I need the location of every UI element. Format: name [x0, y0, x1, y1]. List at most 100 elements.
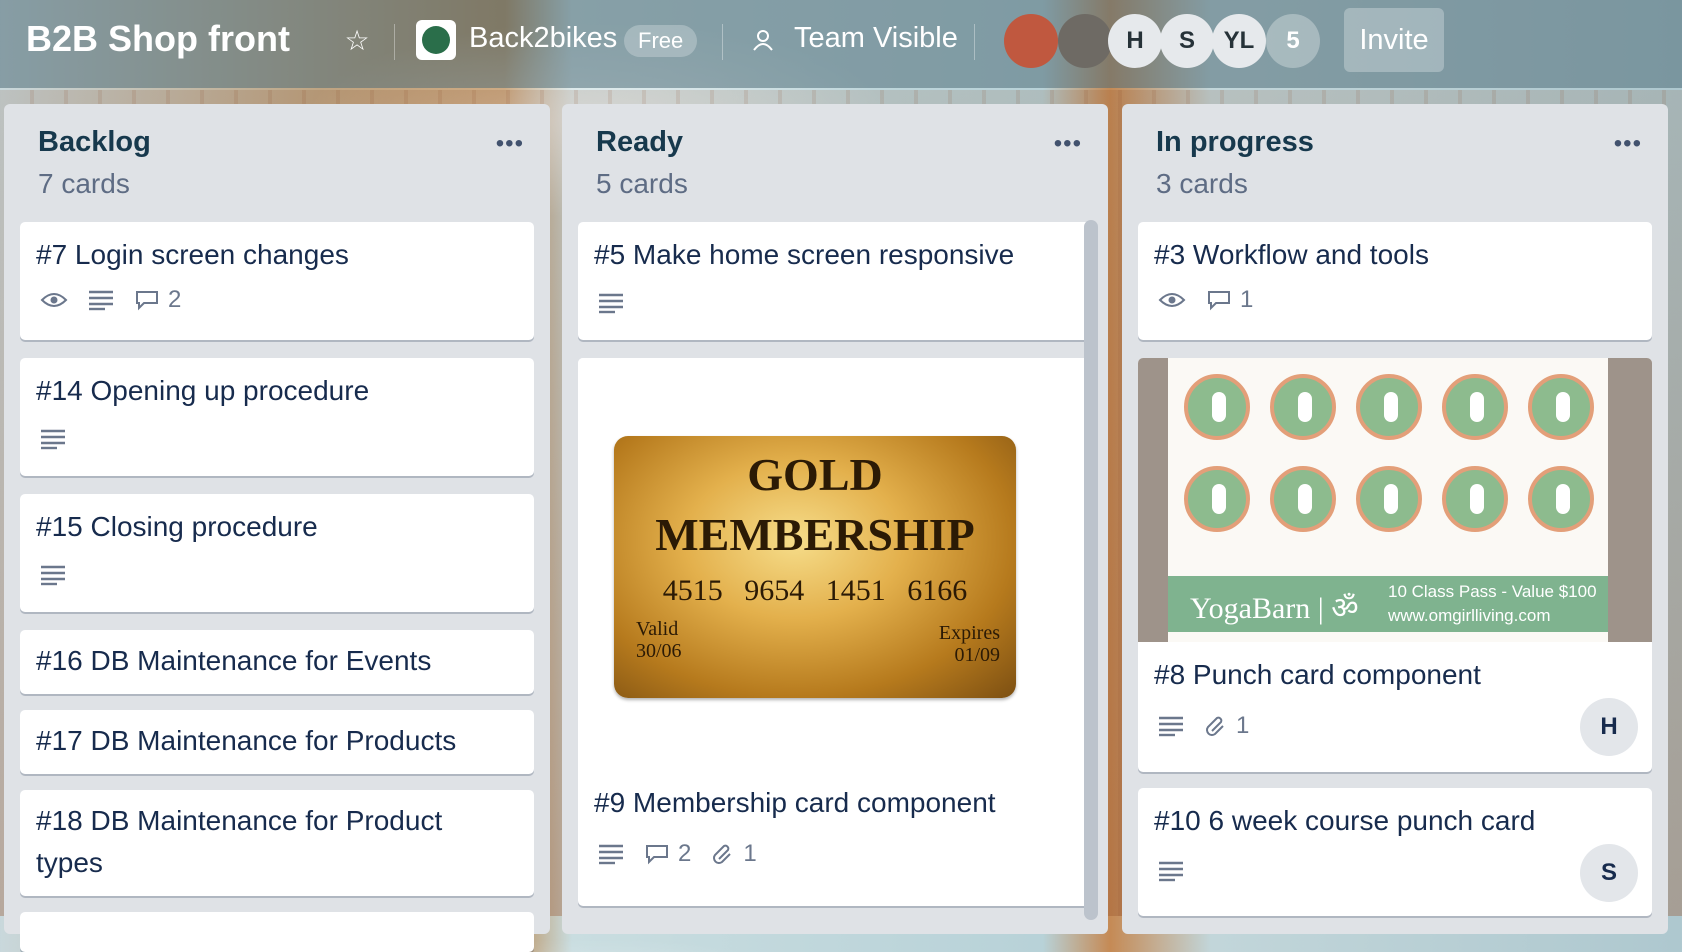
cover-card-number: 4515 9654 1451 6166 — [662, 574, 968, 607]
card[interactable]: #16 DB Maintenance for Events — [20, 630, 534, 694]
cover-text: YogaBarn | ॐ — [1190, 592, 1359, 625]
attachments-badge: 1 — [1204, 712, 1249, 740]
watch-icon — [1158, 291, 1186, 309]
member-avatar[interactable]: S — [1160, 14, 1214, 68]
plan-badge: Free — [624, 25, 698, 57]
card-title: #8 Punch card component — [1154, 659, 1481, 690]
attachment-count: 1 — [1236, 712, 1250, 739]
org-name[interactable]: Back2bikes — [469, 22, 617, 55]
header-divider — [722, 24, 723, 60]
list-menu-icon[interactable]: ••• — [496, 130, 524, 158]
card-title: #10 6 week course punch card — [1154, 805, 1536, 836]
card-member-avatar[interactable]: S — [1580, 844, 1638, 902]
yoga-pose-icon — [1270, 466, 1336, 532]
comment-icon — [136, 291, 158, 311]
card[interactable]: #14 Opening up procedure — [20, 358, 534, 476]
attachment-count: 1 — [743, 840, 757, 867]
paperclip-icon — [713, 844, 732, 864]
list-title[interactable]: In progress — [1156, 126, 1314, 159]
yoga-pose-icon — [1442, 374, 1508, 440]
member-avatar[interactable]: YL — [1212, 14, 1266, 68]
board-header: B2B Shop front ☆ Back2bikes Free Team Vi… — [0, 0, 1682, 88]
card[interactable]: #15 Closing procedure — [20, 494, 534, 612]
cover-text: www.omgirlliving.com — [1388, 606, 1551, 625]
list-title[interactable]: Ready — [596, 126, 683, 159]
yoga-pose-icon — [1528, 466, 1594, 532]
card[interactable]: YogaBarn | ॐ 10 Class Pass - Value $100 … — [1138, 358, 1652, 772]
card-title: #9 Membership card component — [594, 787, 996, 818]
header-divider — [974, 24, 975, 60]
visibility-label[interactable]: Team Visible — [794, 22, 958, 55]
list-card-count: 5 cards — [596, 168, 688, 199]
header-divider — [394, 24, 395, 60]
comments-badge: 2 — [644, 840, 691, 868]
card[interactable]: #17 DB Maintenance for Products — [20, 710, 534, 774]
yoga-pose-icon — [1356, 466, 1422, 532]
yoga-pose-icon — [1442, 466, 1508, 532]
card[interactable]: #10 6 week course punch card S — [1138, 788, 1652, 916]
yoga-pose-icon — [1270, 374, 1336, 440]
comment-icon — [646, 845, 668, 865]
description-icon — [40, 428, 66, 450]
card-title: #7 Login screen changes — [36, 239, 349, 270]
attachments-badge: 1 — [711, 840, 757, 868]
member-avatar[interactable]: H — [1108, 14, 1162, 68]
cover-text: 10 Class Pass - Value $100 www.omgirlliv… — [1388, 580, 1597, 628]
yoga-pose-icon — [1528, 374, 1594, 440]
description-icon — [40, 564, 66, 586]
cover-text: 30/06 — [636, 640, 682, 662]
cover-text: 01/09 — [954, 644, 1000, 666]
description-icon — [598, 843, 624, 865]
gold-membership-card-image: GOLD MEMBERSHIP 4515 9654 1451 6166 Vali… — [614, 436, 1016, 698]
comment-count: 2 — [678, 840, 692, 867]
card-title: #15 Closing procedure — [36, 511, 318, 542]
list-scrollbar[interactable] — [1084, 220, 1098, 920]
card-member-avatar[interactable]: H — [1580, 698, 1638, 756]
cover-text: Expires — [938, 622, 1000, 644]
description-icon — [598, 292, 624, 314]
paperclip-icon — [1206, 716, 1224, 736]
list-menu-icon[interactable]: ••• — [1614, 130, 1642, 158]
list-backlog: Backlog 7 cards ••• #7 Login screen chan… — [4, 104, 550, 952]
card-title: #16 DB Maintenance for Events — [36, 645, 432, 676]
description-icon — [88, 289, 114, 311]
invite-button[interactable]: Invite — [1344, 8, 1444, 72]
card[interactable]: #18 DB Maintenance for Product types — [20, 790, 534, 896]
list-in-progress: In progress 3 cards ••• #3 Workflow and … — [1122, 104, 1668, 934]
yoga-pose-icon — [1356, 374, 1422, 440]
card-title: #3 Workflow and tools — [1154, 239, 1429, 270]
board-title[interactable]: B2B Shop front — [26, 18, 290, 60]
comments-badge: 2 — [134, 286, 181, 314]
card-title: #14 Opening up procedure — [36, 375, 370, 406]
card-cover-image: YogaBarn | ॐ 10 Class Pass - Value $100 … — [1138, 358, 1652, 642]
cover-expires: Expires 01/09 — [939, 622, 1000, 666]
team-visibility-icon[interactable] — [748, 26, 778, 56]
card-title: #17 DB Maintenance for Products — [36, 725, 457, 756]
comment-count: 2 — [168, 286, 182, 313]
list-ready: Ready 5 cards ••• #5 Make home screen re… — [562, 104, 1108, 934]
card-title: #5 Make home screen responsive — [594, 239, 1015, 270]
cover-text: MEMBERSHIP — [655, 509, 975, 560]
member-overflow-count[interactable]: 5 — [1266, 14, 1320, 68]
list-menu-icon[interactable]: ••• — [1054, 130, 1082, 158]
card[interactable]: GOLD MEMBERSHIP 4515 9654 1451 6166 Vali… — [578, 358, 1092, 906]
cover-valid: Valid 30/06 — [636, 618, 682, 662]
description-icon — [1158, 715, 1184, 737]
comments-badge: 1 — [1206, 286, 1253, 314]
card-title: #18 DB Maintenance for Product types — [36, 805, 443, 878]
card[interactable]: #7 Login screen changes 2 — [20, 222, 534, 340]
comment-count: 1 — [1240, 286, 1254, 313]
card[interactable]: #3 Workflow and tools 1 — [1138, 222, 1652, 340]
org-logo[interactable] — [416, 20, 456, 60]
star-icon[interactable]: ☆ — [340, 24, 374, 58]
list-card-count: 3 cards — [1156, 168, 1248, 199]
card[interactable] — [20, 912, 534, 952]
list-card-count: 7 cards — [38, 168, 130, 199]
description-icon — [1158, 860, 1184, 882]
cover-text: Valid — [636, 618, 679, 640]
comment-icon — [1208, 291, 1230, 311]
member-avatar-photo[interactable] — [1004, 14, 1058, 68]
list-title[interactable]: Backlog — [38, 126, 151, 159]
card[interactable]: #5 Make home screen responsive — [578, 222, 1092, 340]
member-avatar-photo[interactable] — [1058, 14, 1112, 68]
